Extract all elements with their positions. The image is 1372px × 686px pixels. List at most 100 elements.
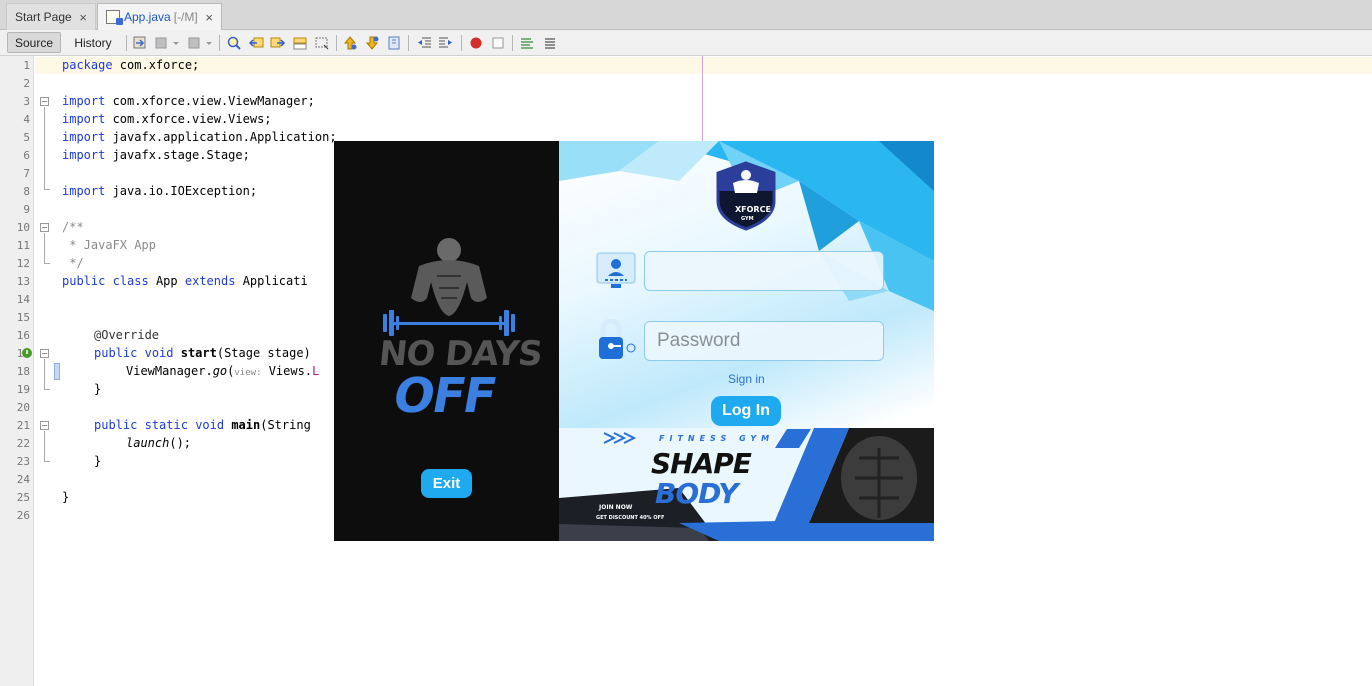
- find-next-icon[interactable]: [270, 35, 286, 51]
- code-line[interactable]: ViewManager.go(view: Views.L: [126, 364, 319, 378]
- tab-start-page[interactable]: Start Page ×: [6, 3, 96, 30]
- line-number: 6: [23, 149, 30, 162]
- chevron-down-icon[interactable]: [204, 35, 214, 51]
- toggle-highlight-icon[interactable]: [292, 35, 308, 51]
- code-line[interactable]: */: [62, 256, 83, 270]
- exit-button[interactable]: Exit: [421, 469, 472, 498]
- code-line[interactable]: launch();: [126, 436, 191, 450]
- current-line-highlight: [35, 57, 1372, 74]
- code-line[interactable]: }: [62, 490, 69, 504]
- line-number: 4: [23, 113, 30, 126]
- uncomment-icon[interactable]: [541, 35, 557, 51]
- line-number: 11: [16, 239, 30, 252]
- promo-title-body: BODY: [655, 477, 738, 510]
- tab-start-page-label: Start Page: [15, 10, 72, 24]
- line-number: 9: [23, 203, 30, 216]
- toolbar-divider: [219, 35, 220, 51]
- fold-guide: [44, 233, 45, 263]
- line-number: 21: [16, 419, 30, 432]
- find-previous-icon[interactable]: [248, 35, 264, 51]
- code-line[interactable]: }: [94, 454, 101, 468]
- slogan-no-days: NO DAYS: [376, 334, 544, 374]
- line-number: 1: [23, 59, 30, 72]
- line-number: 15: [16, 311, 30, 324]
- fold-guide: [44, 263, 50, 264]
- line-number: 16: [16, 329, 30, 342]
- code-line[interactable]: public void start(Stage stage): [94, 346, 311, 360]
- code-line[interactable]: public static void main(String: [94, 418, 311, 432]
- fold-guide: [44, 431, 45, 461]
- fold-guide: [44, 107, 45, 189]
- code-line[interactable]: package com.xforce;: [62, 58, 199, 72]
- code-line[interactable]: import com.xforce.view.Views;: [62, 112, 272, 126]
- login-window: NO DAYS OFF Exit XFORCE GYM FITNESS GYM …: [334, 141, 934, 541]
- code-line[interactable]: }: [94, 382, 101, 396]
- comment-icon[interactable]: [519, 35, 535, 51]
- line-number: 2: [23, 77, 30, 90]
- last-edit-icon[interactable]: [132, 35, 148, 51]
- password-lock-icon: [599, 319, 636, 359]
- tab-app-java[interactable]: App.java [-/M] ×: [97, 3, 222, 30]
- user-id-icon: [596, 252, 636, 288]
- stop-macro-icon[interactable]: [490, 35, 506, 51]
- line-number: 23: [16, 455, 30, 468]
- source-button[interactable]: Source: [7, 32, 61, 53]
- editor-toolbar: Source History: [0, 30, 1372, 56]
- logo-text-gym: GYM: [741, 216, 754, 222]
- toggle-bookmark-icon[interactable]: [386, 35, 402, 51]
- fold-guide: [44, 189, 50, 190]
- promo-banner: FITNESS GYM SHAPE BODY JOIN NOW GET DISC…: [559, 428, 934, 541]
- toolbar-divider: [408, 35, 409, 51]
- promo-title-shape: SHAPE: [651, 447, 752, 480]
- fold-toggle-icon[interactable]: −: [40, 421, 49, 430]
- code-line[interactable]: * JavaFX App: [62, 238, 156, 252]
- right-margin-guide: [702, 56, 703, 141]
- code-line[interactable]: import java.io.IOException;: [62, 184, 257, 198]
- fold-toggle-icon[interactable]: −: [40, 223, 49, 232]
- caret-line-marker: [54, 363, 60, 380]
- toolbar-divider: [461, 35, 462, 51]
- next-bookmark-icon[interactable]: [364, 35, 380, 51]
- code-line[interactable]: @Override: [94, 328, 159, 342]
- sign-in-link[interactable]: Sign in: [728, 372, 765, 386]
- start-macro-icon[interactable]: [468, 35, 484, 51]
- close-icon[interactable]: ×: [205, 10, 213, 25]
- code-line[interactable]: import javafx.stage.Stage;: [62, 148, 250, 162]
- shift-left-icon[interactable]: [416, 35, 432, 51]
- chevron-down-icon[interactable]: [171, 35, 181, 51]
- slogan-off: OFF: [389, 368, 500, 424]
- password-placeholder: Password: [657, 330, 741, 351]
- username-field[interactable]: [644, 251, 884, 291]
- back-icon[interactable]: [154, 35, 170, 51]
- shift-right-icon[interactable]: [438, 35, 454, 51]
- close-icon[interactable]: ×: [79, 10, 87, 25]
- fold-guide: [44, 461, 50, 462]
- password-field[interactable]: Password: [644, 321, 884, 361]
- code-line[interactable]: import javafx.application.Application;: [62, 130, 337, 144]
- toolbar-divider: [126, 35, 127, 51]
- line-number: 8: [23, 185, 30, 198]
- override-marker-icon[interactable]: [21, 347, 33, 359]
- left-brand-panel: NO DAYS OFF Exit: [334, 141, 559, 541]
- promo-join-now: JOIN NOW: [599, 504, 633, 511]
- fold-toggle-icon[interactable]: −: [40, 97, 49, 106]
- previous-bookmark-icon[interactable]: [342, 35, 358, 51]
- promo-tag: FITNESS GYM: [659, 434, 775, 443]
- code-line[interactable]: /**: [62, 220, 84, 234]
- line-number: 5: [23, 131, 30, 144]
- toolbar-divider: [336, 35, 337, 51]
- rectangular-selection-icon[interactable]: [314, 35, 330, 51]
- history-button[interactable]: History: [66, 32, 120, 53]
- login-button[interactable]: Log In: [711, 396, 781, 426]
- line-number: 10: [16, 221, 30, 234]
- code-line[interactable]: import com.xforce.view.ViewManager;: [62, 94, 315, 108]
- search-icon[interactable]: [226, 35, 242, 51]
- code-line[interactable]: public class App extends Applicati: [62, 274, 308, 288]
- tab-app-java-status: [-/M]: [173, 10, 198, 24]
- logo-text-xforce: XFORCE: [735, 205, 771, 214]
- line-number: 3: [23, 95, 30, 108]
- fold-toggle-icon[interactable]: −: [40, 349, 49, 358]
- fold-guide: [44, 359, 45, 389]
- tab-app-java-label: App.java: [124, 10, 171, 24]
- forward-icon[interactable]: [187, 35, 203, 51]
